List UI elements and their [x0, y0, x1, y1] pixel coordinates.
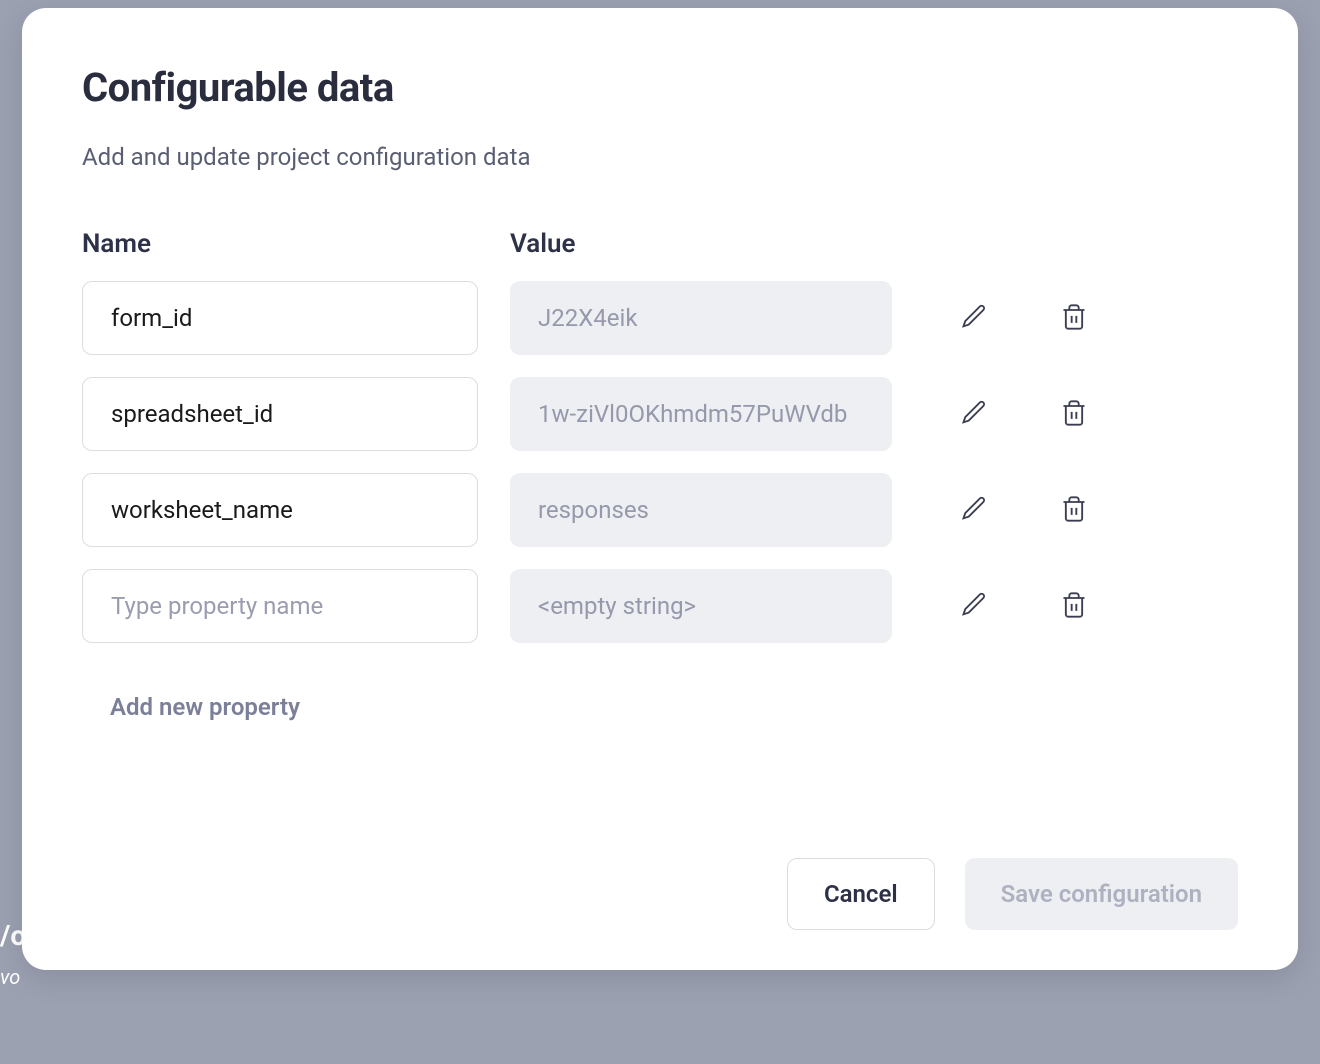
row-actions	[924, 393, 1238, 436]
pencil-icon	[960, 303, 988, 334]
property-value-display: responses	[510, 473, 892, 547]
row-actions	[924, 297, 1238, 340]
trash-icon	[1060, 495, 1088, 526]
column-header-value: Value	[510, 229, 892, 259]
property-name-input[interactable]	[82, 281, 478, 355]
property-value-display: J22X4eik	[510, 281, 892, 355]
column-header-name: Name	[82, 229, 478, 259]
modal-footer: Cancel Save configuration	[82, 818, 1238, 930]
add-new-property-button[interactable]: Add new property	[110, 693, 1238, 721]
table-header-row: Name Value	[82, 229, 1238, 259]
property-row: 1w-ziVl0OKhmdm57PuWVdb	[82, 377, 1238, 451]
edit-button[interactable]	[954, 489, 994, 532]
trash-icon	[1060, 303, 1088, 334]
trash-icon	[1060, 399, 1088, 430]
delete-button[interactable]	[1054, 585, 1094, 628]
property-name-input[interactable]	[82, 569, 478, 643]
property-value-display: 1w-ziVl0OKhmdm57PuWVdb	[510, 377, 892, 451]
modal-title: Configurable data	[82, 64, 1238, 111]
property-name-input[interactable]	[82, 473, 478, 547]
save-configuration-button[interactable]: Save configuration	[965, 858, 1238, 930]
trash-icon	[1060, 591, 1088, 622]
row-actions	[924, 489, 1238, 532]
edit-button[interactable]	[954, 297, 994, 340]
property-name-input[interactable]	[82, 377, 478, 451]
pencil-icon	[960, 591, 988, 622]
delete-button[interactable]	[1054, 297, 1094, 340]
delete-button[interactable]	[1054, 393, 1094, 436]
configurable-data-modal: Configurable data Add and update project…	[22, 8, 1298, 970]
pencil-icon	[960, 495, 988, 526]
cancel-button[interactable]: Cancel	[787, 858, 935, 930]
property-row: J22X4eik	[82, 281, 1238, 355]
property-value-display: <empty string>	[510, 569, 892, 643]
property-row: responses	[82, 473, 1238, 547]
edit-button[interactable]	[954, 393, 994, 436]
edit-button[interactable]	[954, 585, 994, 628]
pencil-icon	[960, 399, 988, 430]
backdrop-line2: vo	[0, 965, 20, 989]
delete-button[interactable]	[1054, 489, 1094, 532]
row-actions	[924, 585, 1238, 628]
property-row: <empty string>	[82, 569, 1238, 643]
modal-subtitle: Add and update project configuration dat…	[82, 143, 1238, 171]
